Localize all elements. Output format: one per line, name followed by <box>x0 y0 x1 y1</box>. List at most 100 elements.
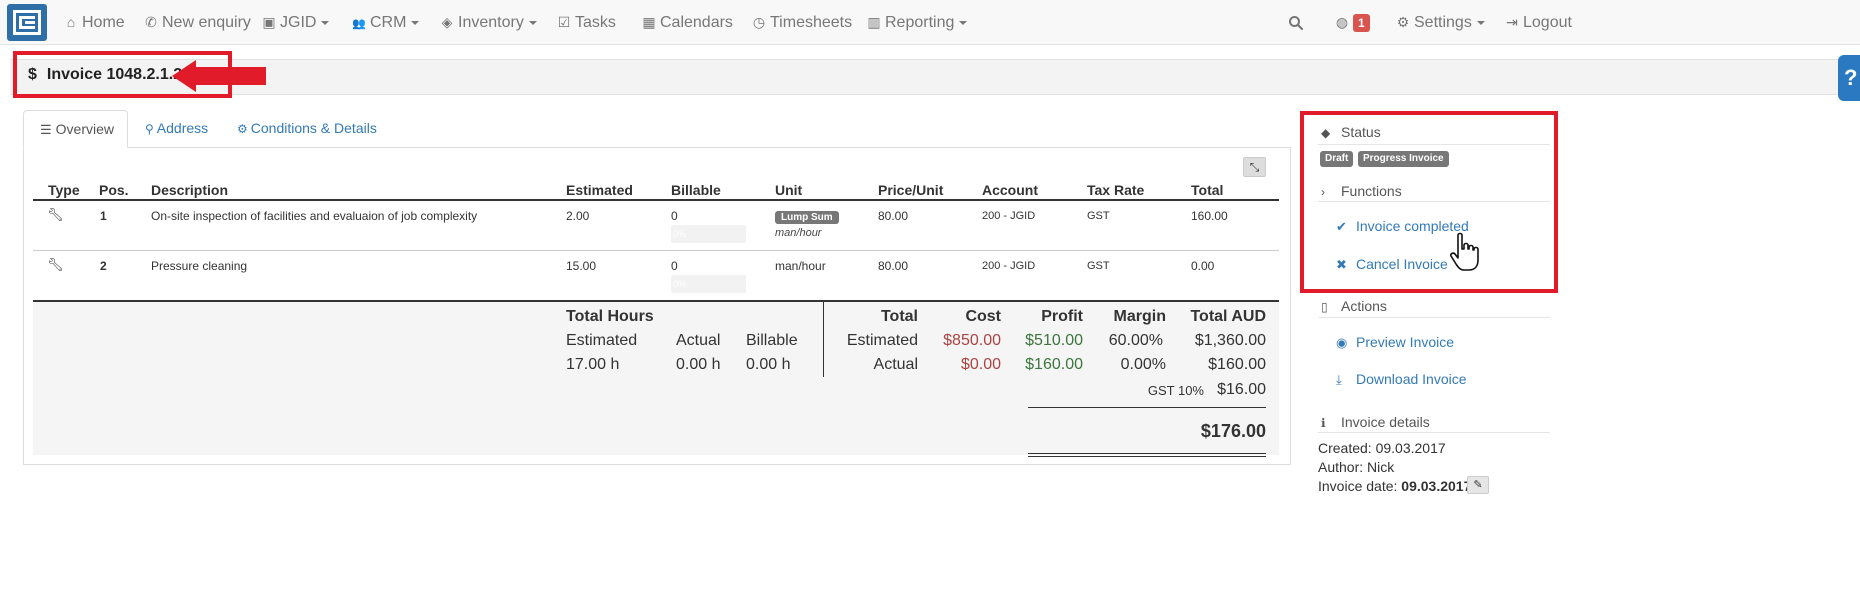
status-badge-draft: Draft <box>1320 151 1354 167</box>
column-header-account: Account <box>982 182 1038 198</box>
notifications-button[interactable]: ◍ 1 <box>1334 0 1370 45</box>
header-divider <box>33 199 1279 201</box>
phone-icon: ✆ <box>145 14 157 30</box>
column-header-price-unit: Price/Unit <box>878 182 944 198</box>
totals-actual-profit: $160.00 <box>1025 356 1083 373</box>
tab-address[interactable]: ⚲ Address <box>145 110 208 148</box>
home-icon: ⌂ <box>66 14 76 30</box>
totals-actual-margin: 0.00% <box>1120 356 1166 373</box>
compress-button[interactable]: ⤡ <box>1243 157 1266 177</box>
caret-down-icon <box>1476 20 1485 25</box>
invoice-details-heading: ℹ Invoice details <box>1321 414 1430 430</box>
column-header-description: Description <box>151 182 229 198</box>
search-icon <box>1289 15 1304 30</box>
notification-badge: 1 <box>1353 13 1370 32</box>
app-logo[interactable] <box>7 4 47 41</box>
row-estimated: 15.00 <box>566 259 597 273</box>
search-button[interactable] <box>1288 0 1304 45</box>
help-tab[interactable]: ? <box>1838 55 1860 101</box>
status-badge-progress-invoice: Progress Invoice <box>1358 151 1449 167</box>
column-header-total: Total <box>1191 182 1224 198</box>
compress-icon: ⤡ <box>1249 160 1260 174</box>
double-underline-top <box>1028 453 1266 454</box>
download-invoice-link[interactable]: ⤓ Download Invoice <box>1336 371 1467 388</box>
cancel-invoice-link[interactable]: ✖ Cancel Invoice <box>1336 256 1448 273</box>
created-date: Created: 09.03.2017 <box>1318 440 1446 456</box>
hours-billable-label: Billable <box>746 332 798 349</box>
functions-divider <box>1318 201 1550 202</box>
details-divider <box>1318 432 1550 433</box>
nav-calendars[interactable]: ▦ Calendars <box>641 0 733 45</box>
tab-conditions-details[interactable]: ⚙ Conditions & Details <box>237 110 377 148</box>
nav-tasks[interactable]: ☑ Tasks <box>556 0 616 45</box>
wrench-icon: 🔧︎ <box>47 207 64 222</box>
totals-estimated-margin: 60.00% <box>1108 332 1163 349</box>
list-icon: ☰ <box>40 122 52 137</box>
annotation-arrow-icon <box>172 60 266 92</box>
nav-jgid[interactable]: ▣ JGID <box>261 0 330 45</box>
eye-icon: ◉ <box>1336 335 1348 350</box>
check-icon: ✔ <box>1336 219 1347 234</box>
row-tax: GST <box>1087 210 1110 222</box>
totals-header-profit: Profit <box>1041 308 1083 325</box>
row-billable[interactable]: 0 <box>671 259 678 273</box>
pencil-icon: ✎ <box>1473 479 1483 491</box>
close-icon: ✖ <box>1336 257 1347 272</box>
edit-date-button[interactable]: ✎ <box>1467 476 1489 494</box>
row-description: Pressure cleaning <box>151 259 248 273</box>
row-billable[interactable]: 0 <box>671 209 678 223</box>
row-unit: man/hour <box>775 227 822 239</box>
download-icon: ⤓ <box>1336 372 1342 387</box>
clock-icon: ◷ <box>752 14 766 30</box>
caret-down-icon <box>321 20 330 25</box>
users-icon: 👥 <box>352 18 366 30</box>
bar-chart-icon: ▥ <box>867 14 881 30</box>
nav-new-enquiry[interactable]: ✆ New enquiry <box>143 0 251 45</box>
column-header-unit: Unit <box>775 182 803 198</box>
actions-divider <box>1318 317 1550 318</box>
invoice-date-value: 09.03.2017 <box>1401 478 1472 494</box>
row-pos: 1 <box>100 209 107 223</box>
row-total: 160.00 <box>1191 209 1228 223</box>
totals-header-cost: Cost <box>965 308 1001 325</box>
nav-reporting[interactable]: ▥ Reporting <box>866 0 968 45</box>
total-hours-title: Total Hours <box>566 308 654 325</box>
row-unit: man/hour <box>775 259 826 273</box>
caret-down-icon <box>411 20 420 25</box>
billable-progress-bar: 0% <box>671 275 746 293</box>
sum-line <box>1028 407 1266 408</box>
grand-total: $176.00 <box>1200 421 1266 441</box>
column-header-billable: Billable <box>671 182 721 198</box>
totals-estimated-total: $1,360.00 <box>1194 332 1266 349</box>
nav-home[interactable]: ⌂ Home <box>63 0 125 45</box>
hours-billable-value: 0.00 h <box>746 356 791 373</box>
status-heading: ◆ Status <box>1321 124 1381 140</box>
caret-down-icon <box>959 20 968 25</box>
chevron-right-icon: › <box>1321 185 1325 199</box>
file-pdf-icon: ▯ <box>1321 300 1328 314</box>
row-price: 80.00 <box>878 209 909 223</box>
actions-heading: ▯ Actions <box>1321 298 1387 314</box>
tab-overview[interactable]: ☰ Overview <box>23 110 128 148</box>
invoice-date: Invoice date: 09.03.2017 <box>1318 478 1472 494</box>
totals-estimated-cost: $850.00 <box>943 332 1001 349</box>
tag-icon: ◆ <box>1321 126 1331 140</box>
totals-estimated-label: Estimated <box>846 332 918 349</box>
totals-header-total: Total <box>880 308 918 325</box>
nav-crm[interactable]: 👥 CRM <box>351 0 420 45</box>
nav-logout[interactable]: ⇥ Logout <box>1504 0 1572 45</box>
top-navbar: ⌂ Home ✆ New enquiry ▣ JGID 👥 CRM ◈ Inventory… <box>0 0 1860 45</box>
calendar-icon: ▦ <box>642 14 656 30</box>
totals-header-total-aud: Total AUD <box>1190 308 1266 325</box>
status-divider <box>1318 144 1550 145</box>
hours-estimated-label: Estimated <box>566 332 638 349</box>
page-title-bar <box>10 59 1860 95</box>
hours-estimated-value: 17.00 h <box>566 356 620 373</box>
nav-settings[interactable]: ⚙ Settings <box>1395 0 1485 45</box>
totals-actual-label: Actual <box>873 356 918 373</box>
functions-heading[interactable]: › Functions <box>1321 183 1402 199</box>
nav-inventory[interactable]: ◈ Inventory <box>439 0 537 45</box>
column-header-pos: Pos. <box>99 182 129 198</box>
nav-timesheets[interactable]: ◷ Timesheets <box>751 0 852 45</box>
preview-invoice-link[interactable]: ◉ Preview Invoice <box>1336 334 1454 351</box>
